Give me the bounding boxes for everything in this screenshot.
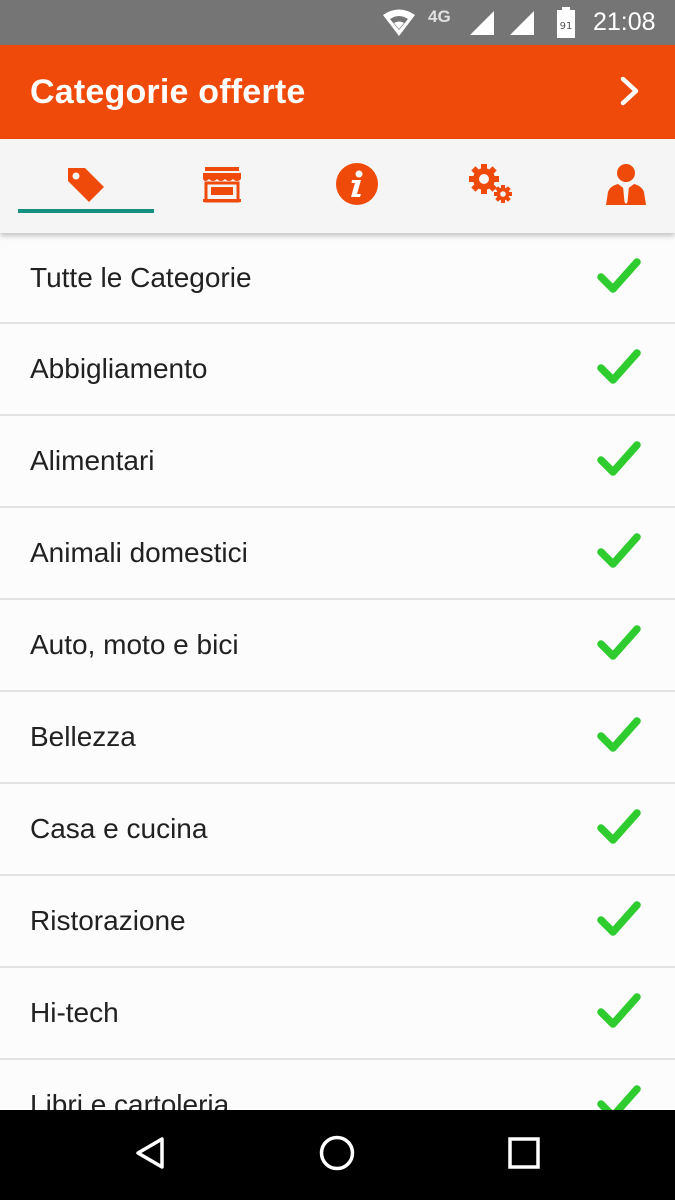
tab-categories[interactable] (18, 139, 153, 233)
battery-icon: 91 (556, 0, 576, 45)
wifi-icon (382, 0, 416, 45)
status-bar: 4G 91 21:08 (0, 0, 675, 45)
tab-indicator (18, 209, 154, 213)
category-item[interactable]: Tutte le Categorie (0, 233, 675, 324)
tab-bar (0, 139, 675, 233)
recents-icon (507, 1136, 541, 1175)
category-label: Tutte le Categorie (30, 261, 252, 293)
battery-level: 91 (560, 21, 573, 32)
store-icon (201, 165, 243, 208)
chevron-right-icon (618, 76, 642, 111)
check-icon[interactable] (596, 1082, 642, 1110)
category-label: Hi-tech (30, 997, 119, 1028)
gears-icon (468, 163, 514, 210)
back-icon (134, 1135, 166, 1176)
category-item[interactable]: Hi-tech (0, 968, 675, 1060)
check-icon[interactable] (596, 898, 642, 940)
check-icon[interactable] (596, 990, 642, 1032)
tab-info[interactable] (289, 139, 424, 233)
category-label: Bellezza (30, 721, 136, 752)
app-bar: Categorie offerte (0, 45, 675, 139)
clock: 21:08 (593, 8, 656, 36)
category-item[interactable]: Animali domestici (0, 508, 675, 600)
tab-profile[interactable] (558, 139, 675, 233)
category-label: Animali domestici (30, 537, 248, 568)
category-label: Abbigliamento (30, 353, 208, 384)
tab-stores[interactable] (154, 139, 289, 233)
category-label: Ristorazione (30, 905, 186, 936)
category-list: Tutte le Categorie Abbigliamento Alimentar… (0, 233, 675, 1110)
category-item[interactable]: Libri e cartoleria (0, 1060, 675, 1110)
category-item[interactable]: Casa e cucina (0, 784, 675, 876)
tag-icon (65, 165, 107, 208)
category-item[interactable]: Ristorazione (0, 876, 675, 968)
category-label: Alimentari (30, 445, 155, 476)
category-label: Casa e cucina (30, 813, 208, 844)
back-button[interactable] (120, 1130, 180, 1180)
category-item[interactable]: Abbigliamento (0, 324, 675, 416)
category-item[interactable]: Alimentari (0, 416, 675, 508)
check-icon[interactable] (596, 530, 642, 572)
check-icon[interactable] (596, 714, 642, 756)
category-item[interactable]: Bellezza (0, 692, 675, 784)
check-icon[interactable] (596, 622, 642, 664)
signal-icon (508, 0, 536, 45)
next-button[interactable] (604, 69, 656, 117)
home-icon (318, 1134, 356, 1177)
info-icon (335, 162, 379, 211)
check-icon[interactable] (596, 806, 642, 848)
screen: 4G 91 21:08 Categorie offerte Tutte le C… (0, 0, 675, 1200)
signal-icon (468, 0, 496, 45)
check-icon[interactable] (596, 438, 642, 480)
navigation-bar (0, 1110, 675, 1200)
category-label: Libri e cartoleria (30, 1089, 230, 1110)
check-icon[interactable] (596, 255, 642, 297)
check-icon[interactable] (596, 346, 642, 388)
page-title: Categorie offerte (30, 73, 306, 111)
category-label: Auto, moto e bici (30, 629, 239, 660)
category-item[interactable]: Auto, moto e bici (0, 600, 675, 692)
tab-settings[interactable] (423, 139, 558, 233)
recents-button[interactable] (494, 1130, 554, 1180)
person-icon (604, 162, 648, 211)
network-type: 4G (428, 6, 451, 26)
home-button[interactable] (307, 1130, 367, 1180)
